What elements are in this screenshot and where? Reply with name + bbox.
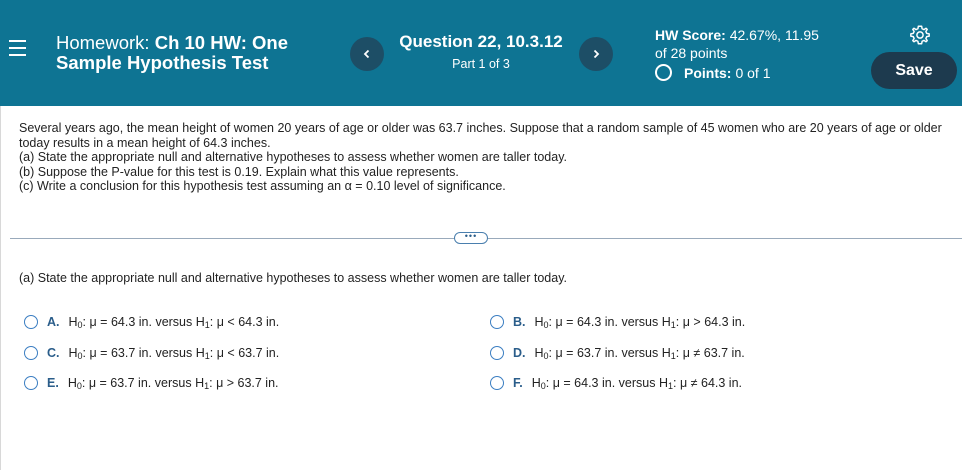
option-letter: E.	[47, 376, 59, 390]
problem-line-a: (a) State the appropriate null and alter…	[19, 150, 567, 165]
ellipsis-icon: •••	[464, 231, 478, 241]
option-letter: C.	[47, 346, 60, 360]
points-value: 0 of 1	[735, 64, 771, 81]
question-title: Question 22, 10.3.12	[399, 32, 563, 51]
option-text: H0: μ = 64.3 in. versus H1: μ > 64.3 in.	[534, 314, 746, 330]
option-letter: A.	[47, 315, 60, 329]
option-text: H0: μ = 64.3 in. versus H1: μ < 64.3 in.	[68, 314, 280, 330]
radio-icon[interactable]	[24, 315, 38, 329]
option-c[interactable]: C. H0: μ = 63.7 in. versus H1: μ < 63.7 …	[24, 344, 279, 362]
chevron-left-icon	[363, 49, 370, 59]
homework-title: Homework: Ch 10 HW: One Sample Hypothesi…	[56, 33, 336, 73]
option-d[interactable]: D. H0: μ = 63.7 in. versus H1: μ ≠ 63.7 …	[490, 344, 745, 362]
problem-line-c: (c) Write a conclusion for this hypothes…	[19, 179, 506, 194]
radio-icon[interactable]	[490, 376, 504, 390]
points-display: Points: 0 of 1	[655, 64, 770, 81]
previous-question-button[interactable]	[350, 37, 384, 71]
problem-intro: Several years ago, the mean height of wo…	[19, 121, 942, 150]
option-f[interactable]: F. H0: μ = 64.3 in. versus H1: μ ≠ 64.3 …	[490, 374, 742, 392]
expand-problem-button[interactable]: •••	[454, 232, 488, 244]
points-circle-icon	[655, 64, 672, 81]
save-button[interactable]: Save	[871, 52, 957, 89]
hw-score-suffix: of 28 points	[655, 45, 728, 61]
option-letter: F.	[513, 376, 523, 390]
option-text: H0: μ = 63.7 in. versus H1: μ ≠ 63.7 in.	[534, 345, 745, 361]
gear-icon[interactable]	[909, 24, 931, 46]
radio-icon[interactable]	[24, 376, 38, 390]
radio-icon[interactable]	[490, 346, 504, 360]
option-letter: B.	[513, 315, 526, 329]
option-a[interactable]: A. H0: μ = 64.3 in. versus H1: μ < 64.3 …	[24, 313, 279, 331]
points-label: Points:	[684, 64, 732, 81]
radio-icon[interactable]	[490, 315, 504, 329]
option-text: H0: μ = 63.7 in. versus H1: μ > 63.7 in.	[67, 375, 279, 391]
radio-icon[interactable]	[24, 346, 38, 360]
chevron-right-icon	[593, 49, 600, 59]
question-info: Question 22, 10.3.12 Part 1 of 3	[386, 32, 576, 71]
option-e[interactable]: E. H0: μ = 63.7 in. versus H1: μ > 63.7 …	[24, 374, 279, 392]
option-text: H0: μ = 63.7 in. versus H1: μ < 63.7 in.	[68, 345, 280, 361]
option-text: H0: μ = 64.3 in. versus H1: μ ≠ 64.3 in.	[531, 375, 742, 391]
hw-score-label: HW Score:	[655, 27, 726, 43]
homework-prefix: Homework:	[56, 32, 150, 53]
top-bar: Homework: Ch 10 HW: One Sample Hypothesi…	[0, 0, 962, 106]
hw-score: HW Score: 42.67%, 11.95 of 28 points	[655, 26, 865, 62]
hamburger-menu-icon[interactable]	[9, 38, 26, 58]
next-question-button[interactable]	[579, 37, 613, 71]
option-letter: D.	[513, 346, 526, 360]
left-border	[0, 106, 1, 470]
part-a-prompt: (a) State the appropriate null and alter…	[19, 271, 567, 285]
problem-line-b: (b) Suppose the P-value for this test is…	[19, 164, 459, 179]
question-part: Part 1 of 3	[452, 57, 510, 71]
option-b[interactable]: B. H0: μ = 64.3 in. versus H1: μ > 64.3 …	[490, 313, 745, 331]
problem-statement: Several years ago, the mean height of wo…	[19, 121, 949, 194]
hw-score-value: 42.67%, 11.95	[729, 27, 819, 43]
